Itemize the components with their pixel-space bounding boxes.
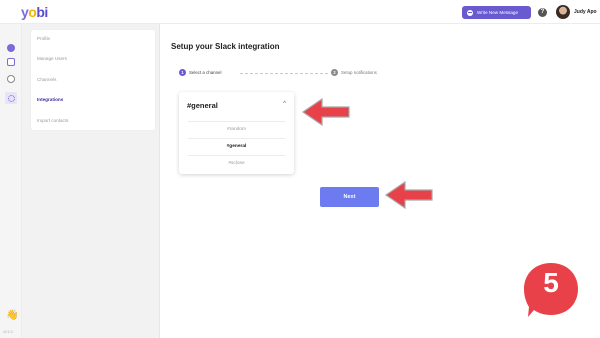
chevron-up-icon[interactable]: ^ — [283, 101, 286, 107]
write-new-message-label: Write New Message — [477, 10, 519, 15]
top-bar: yobi Write New Message ? Judy Apo — [0, 0, 600, 24]
history-icon[interactable] — [7, 75, 15, 83]
sidebar-item-profile[interactable]: Profile — [37, 36, 50, 41]
messages-icon[interactable] — [7, 44, 15, 52]
selected-channel[interactable]: #general — [187, 101, 218, 110]
channel-option-general[interactable]: #general — [188, 138, 285, 154]
channel-option-sclose[interactable]: #sclose — [188, 155, 285, 171]
annotation-arrow-next — [384, 180, 433, 210]
icon-rail: 👋 v2.1.0 — [0, 24, 22, 338]
channel-option-random[interactable]: #random — [188, 121, 285, 137]
version-label: v2.1.0 — [3, 330, 13, 334]
user-name[interactable]: Judy Apo — [574, 9, 597, 15]
sidebar-item-import-contacts[interactable]: Import contacts — [37, 118, 68, 123]
help-icon[interactable]: ? — [538, 8, 547, 17]
app-logo[interactable]: yobi — [21, 4, 48, 20]
step-number: 2 — [331, 69, 338, 76]
write-new-message-button[interactable]: Write New Message — [462, 6, 531, 19]
step-connector — [240, 72, 328, 74]
step-badge-number: 5 — [543, 267, 559, 298]
step-label: Setup notifications — [341, 70, 377, 75]
user-avatar[interactable] — [556, 5, 570, 19]
settings-icon[interactable] — [5, 92, 17, 104]
contacts-icon[interactable] — [7, 58, 15, 66]
compose-icon — [467, 9, 473, 16]
annotation-arrow-dropdown — [301, 97, 350, 127]
sidebar-item-channels[interactable]: Channels — [37, 77, 56, 82]
wave-hand-icon[interactable]: 👋 — [6, 310, 18, 321]
page-title: Setup your Slack integration — [171, 42, 280, 51]
sidebar-item-integrations[interactable]: Integrations — [37, 97, 63, 102]
next-button[interactable]: Next — [320, 187, 379, 207]
step-number: 1 — [179, 69, 186, 76]
step-select-channel: 1 Select a channel — [179, 69, 221, 76]
step-setup-notifications: 2 Setup notifications — [331, 69, 377, 76]
step-label: Select a channel — [189, 70, 222, 75]
channel-dropdown[interactable]: #general ^ #random #general #sclose — [179, 92, 294, 174]
sidebar-item-manage-users[interactable]: Manage Users — [37, 56, 67, 61]
settings-sidebar: Profile Manage Users Channels Integratio… — [22, 24, 160, 338]
